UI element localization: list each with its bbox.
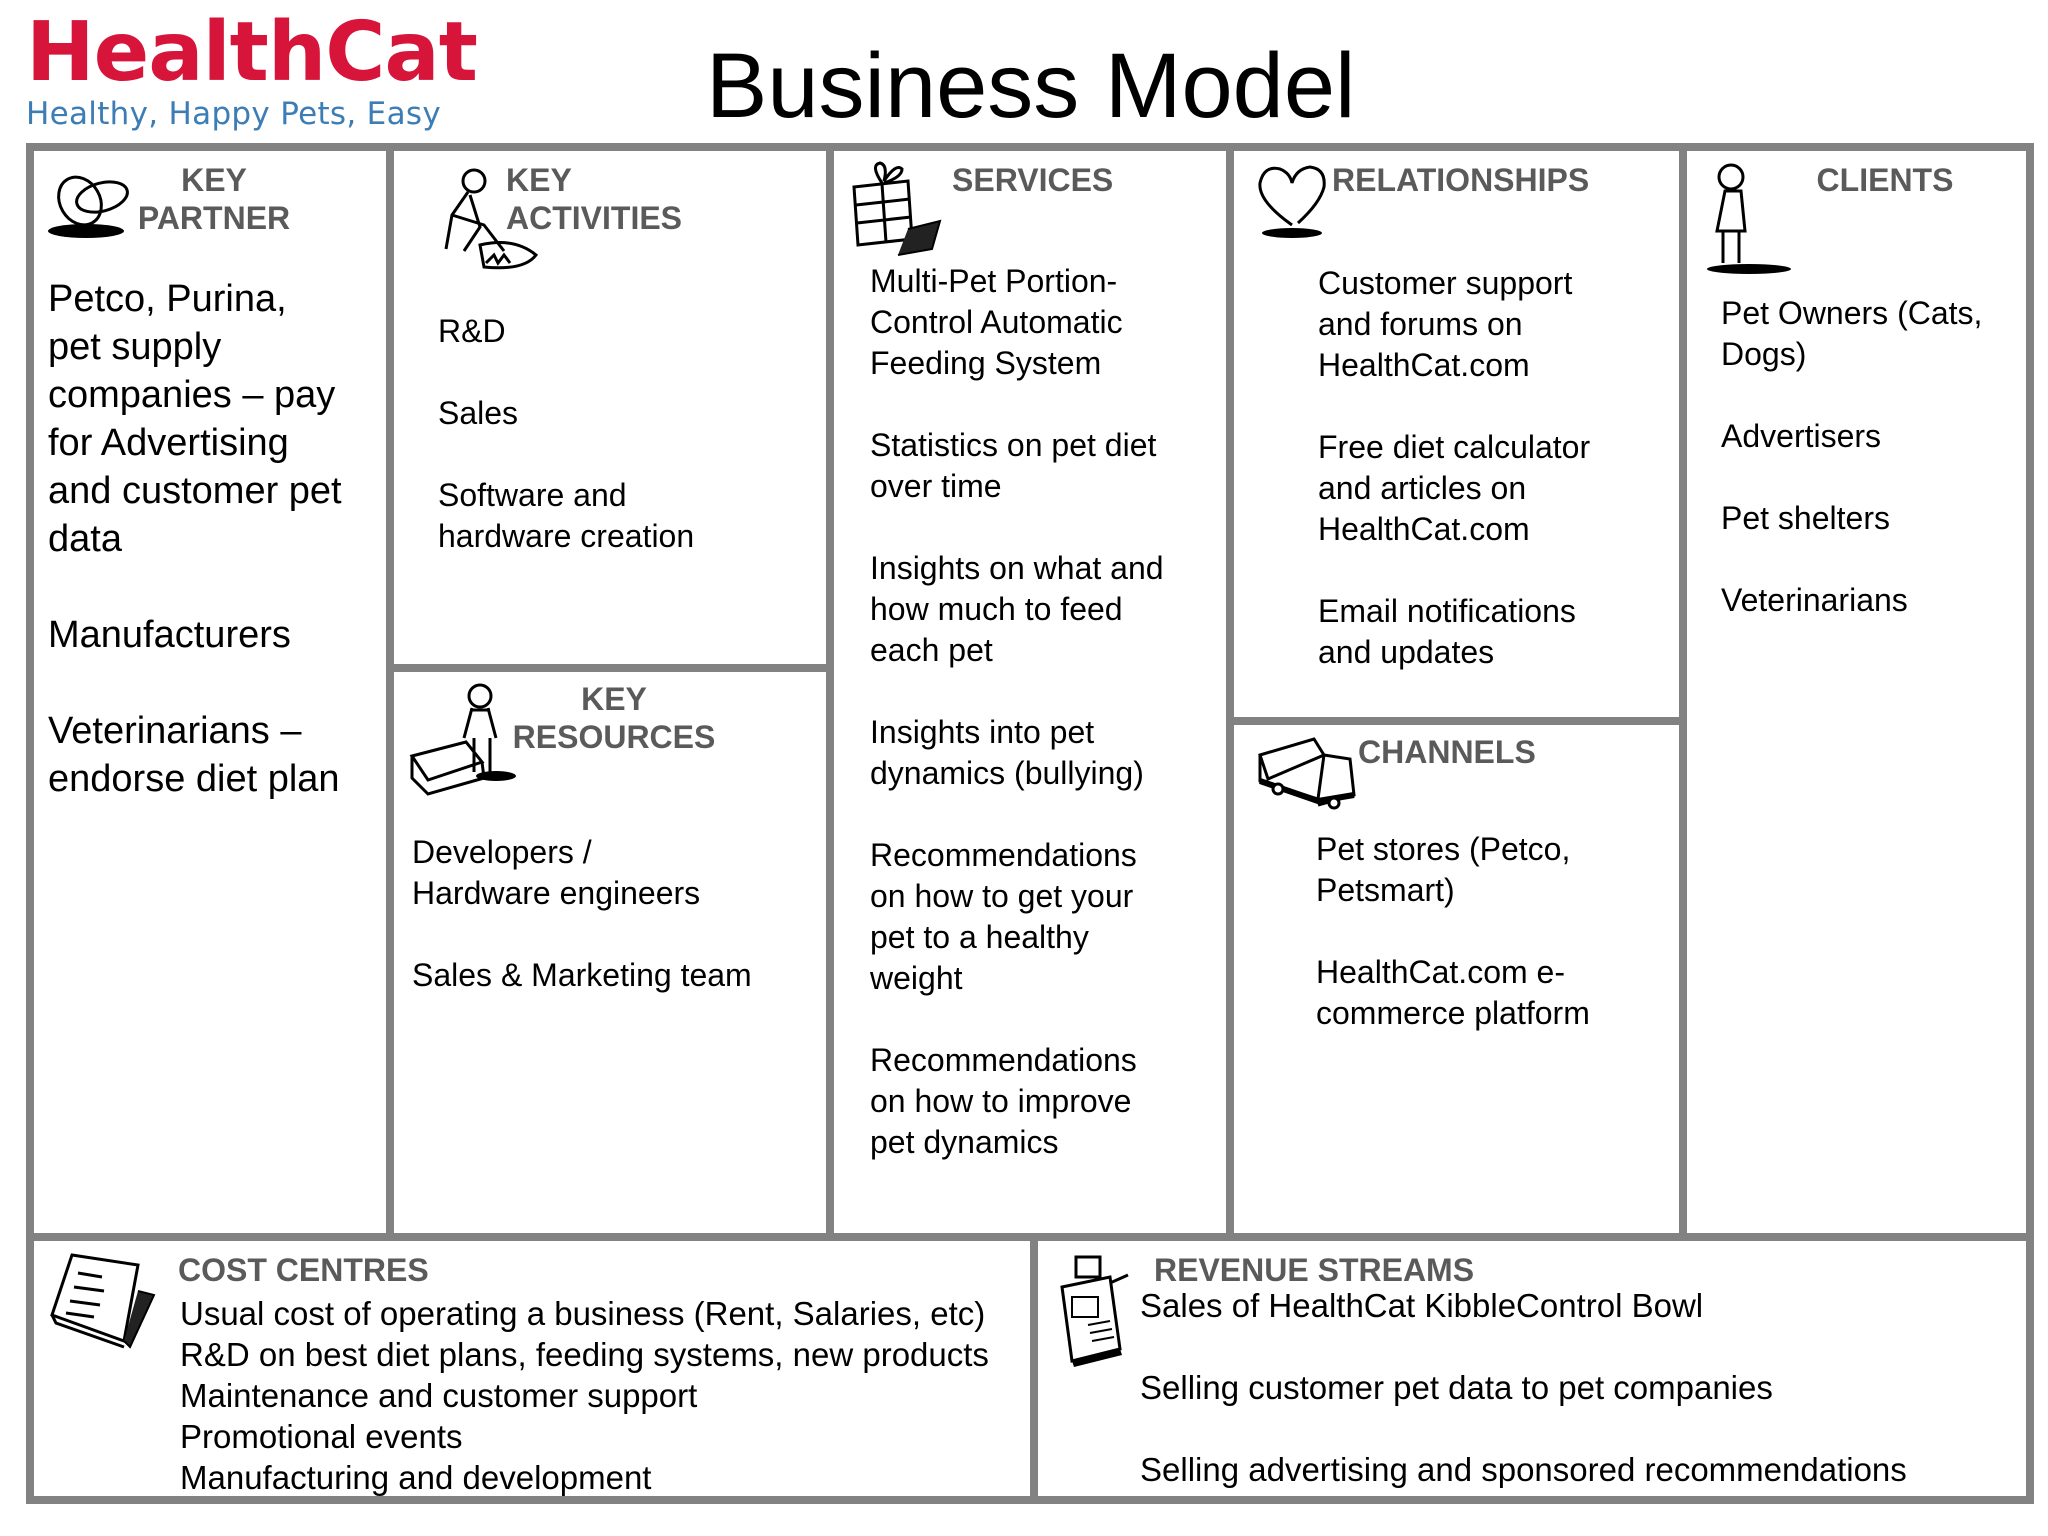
list-item: Email notifications and updates bbox=[1318, 593, 1576, 670]
list-item: Petco, Purina, pet supply companies – pa… bbox=[48, 278, 342, 560]
clients-title: CLIENTS bbox=[1816, 162, 1954, 198]
relationships-cell: RELATIONSHIPS Customer support and forum… bbox=[1226, 143, 1687, 725]
list-item: Pet stores (Petco, Petsmart) bbox=[1316, 831, 1571, 908]
list-item: Maintenance and customer support bbox=[180, 1377, 698, 1414]
list-item: Statistics on pet diet over time bbox=[870, 427, 1157, 504]
list-item: Usual cost of operating a business (Rent… bbox=[180, 1295, 986, 1332]
list-item: R&D bbox=[438, 313, 506, 349]
revenue-streams-cell: REVENUE STREAMS Sales of HealthCat Kibbl… bbox=[1030, 1233, 2034, 1504]
list-item: Customer support and forums on HealthCat… bbox=[1318, 265, 1573, 383]
key-partner-list: Petco, Purina, pet supply companies – pa… bbox=[48, 275, 348, 803]
key-partner-cell: KEY PARTNER Petco, Purina, pet supply co… bbox=[26, 143, 394, 1241]
channels-title: CHANNELS bbox=[1358, 734, 1536, 770]
list-item: Software and hardware creation bbox=[438, 477, 695, 554]
list-item: Sales bbox=[438, 395, 519, 431]
list-item: Veterinarians bbox=[1721, 582, 1908, 618]
list-item: Manufacturers bbox=[48, 614, 291, 656]
clients-cell: CLIENTS Pet Owners (Cats, Dogs) Advertis… bbox=[1679, 143, 2034, 1241]
list-item: Advertisers bbox=[1721, 418, 1882, 454]
list-item: Insights on what and how much to feed ea… bbox=[870, 550, 1164, 668]
list-item: Free diet calculator and articles on Hea… bbox=[1318, 429, 1591, 547]
list-item: Pet shelters bbox=[1721, 500, 1890, 536]
key-activities-cell: KEY ACTIVITIES R&D Sales Software and ha… bbox=[386, 143, 834, 672]
list-item: R&D on best diet plans, feeding systems,… bbox=[180, 1336, 989, 1373]
cost-centres-list: Usual cost of operating a business (Rent… bbox=[180, 1293, 1040, 1498]
brand-tagline: Healthy, Happy Pets, Easy bbox=[26, 96, 441, 132]
clients-list: Pet Owners (Cats, Dogs) Advertisers Pet … bbox=[1721, 293, 2021, 621]
list-item: Sales of HealthCat KibbleControl Bowl bbox=[1140, 1287, 1704, 1324]
relationships-list: Customer support and forums on HealthCat… bbox=[1318, 263, 1658, 673]
list-item: Recommendations on how to improve pet dy… bbox=[870, 1042, 1137, 1160]
key-activities-title: KEY ACTIVITIES bbox=[506, 162, 683, 236]
list-item: Selling advertising and sponsored recomm… bbox=[1140, 1451, 1907, 1488]
cash-register-icon bbox=[1048, 1253, 1138, 1373]
list-item: Pet Owners (Cats, Dogs) bbox=[1721, 295, 1983, 372]
standing-person-icon bbox=[1701, 161, 1797, 281]
page-title: Business Model bbox=[706, 35, 1356, 137]
cost-centres-cell: COST CENTRES Usual cost of operating a b… bbox=[26, 1233, 1038, 1504]
list-item: Sales & Marketing team bbox=[412, 957, 752, 993]
list-item: Promotional events bbox=[180, 1418, 463, 1455]
key-resources-list: Developers / Hardware engineers Sales & … bbox=[412, 832, 812, 996]
brand-logo: HealthCat Healthy, Happy Pets, Easy bbox=[26, 5, 478, 133]
heart-icon bbox=[1254, 163, 1334, 241]
list-item: Recommendations on how to get your pet t… bbox=[870, 837, 1137, 996]
key-activities-list: R&D Sales Software and hardware creation bbox=[438, 311, 798, 557]
revenue-streams-list: Sales of HealthCat KibbleControl Bowl Se… bbox=[1140, 1285, 2000, 1490]
list-item: Insights into pet dynamics (bullying) bbox=[870, 714, 1144, 791]
list-item: Multi-Pet Portion-Control Automatic Feed… bbox=[870, 263, 1123, 381]
truck-icon bbox=[1254, 735, 1358, 815]
list-item: Veterinarians – endorse diet plan bbox=[48, 710, 340, 800]
services-list: Multi-Pet Portion-Control Automatic Feed… bbox=[870, 261, 1210, 1163]
list-item: Selling customer pet data to pet compani… bbox=[1140, 1369, 1773, 1406]
list-item: Manufacturing and development bbox=[180, 1459, 652, 1496]
brand-name: HealthCat bbox=[26, 5, 478, 100]
services-cell: SERVICES Multi-Pet Portion-Control Autom… bbox=[826, 143, 1234, 1241]
list-item: HealthCat.com e-commerce platform bbox=[1316, 954, 1590, 1031]
key-resources-title: KEY RESOURCES bbox=[512, 681, 716, 755]
linked-rings-icon bbox=[46, 167, 136, 239]
paper-stack-icon bbox=[42, 1251, 162, 1351]
cost-centres-title: COST CENTRES bbox=[178, 1252, 429, 1288]
revenue-streams-title: REVENUE STREAMS bbox=[1154, 1252, 1475, 1288]
key-resources-cell: KEY RESOURCES Developers / Hardware engi… bbox=[386, 664, 834, 1241]
channels-list: Pet stores (Petco, Petsmart) HealthCat.c… bbox=[1316, 829, 1666, 1034]
relationships-title: RELATIONSHIPS bbox=[1332, 162, 1590, 198]
list-item: Developers / Hardware engineers bbox=[412, 834, 701, 911]
key-partner-title: KEY PARTNER bbox=[137, 162, 291, 236]
gift-box-icon bbox=[848, 159, 948, 259]
services-title: SERVICES bbox=[952, 162, 1114, 198]
channels-cell: CHANNELS Pet stores (Petco, Petsmart) He… bbox=[1226, 717, 1687, 1241]
